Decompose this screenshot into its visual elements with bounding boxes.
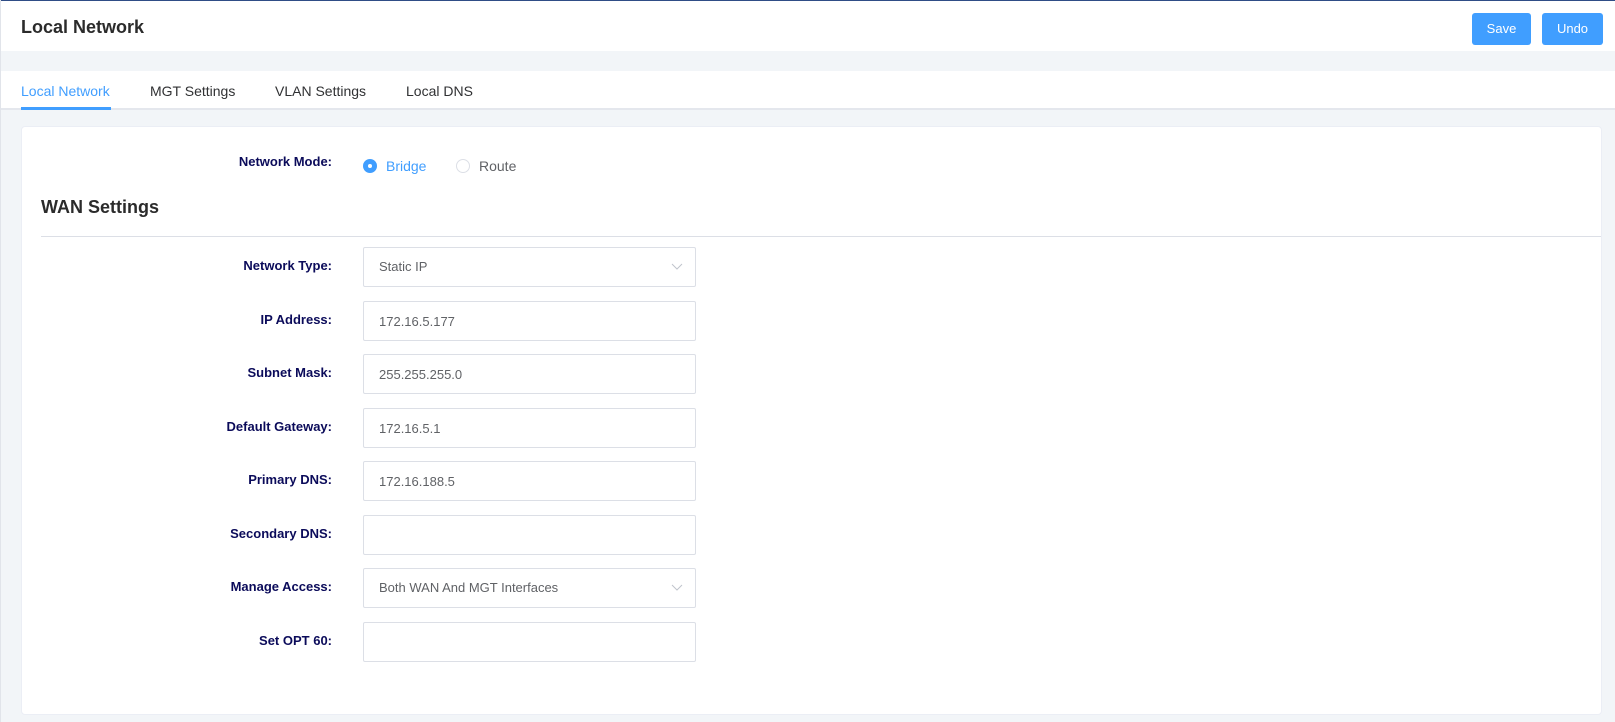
radio-bridge[interactable]: Bridge [363,158,426,174]
tab-bar: Local Network MGT Settings VLAN Settings… [1,71,1615,110]
page-header: Local Network Save Undo [1,1,1615,51]
active-tab-indicator [21,107,111,110]
settings-card: Network Mode: Bridge Route WAN Settings … [21,126,1602,715]
page-title: Local Network [21,17,145,37]
tab-local-network[interactable]: Local Network [21,83,110,99]
network-type-select[interactable]: Static IP [363,247,696,287]
network-type-value: Static IP [379,259,428,274]
tab-local-dns[interactable]: Local DNS [406,83,473,99]
subnet-mask-label: Subnet Mask: [247,365,332,380]
ip-address-input[interactable] [363,301,696,341]
manage-access-select[interactable]: Both WAN And MGT Interfaces [363,568,696,608]
chevron-down-icon [671,263,683,270]
default-gateway-input[interactable] [363,408,696,448]
network-mode-label: Network Mode: [238,154,332,169]
save-button[interactable]: Save [1472,13,1531,45]
undo-button[interactable]: Undo [1542,13,1603,45]
primary-dns-input[interactable] [363,461,696,501]
primary-dns-label: Primary DNS: [248,472,332,487]
radio-bridge-label: Bridge [386,158,427,174]
manage-access-value: Both WAN And MGT Interfaces [379,580,559,595]
default-gateway-label: Default Gateway: [226,419,332,434]
manage-access-label: Manage Access: [230,579,332,594]
tab-vlan-settings[interactable]: VLAN Settings [275,83,366,99]
section-divider [41,236,1601,237]
radio-unchecked-icon [456,159,470,173]
network-type-label: Network Type: [243,258,332,273]
set-opt-60-input[interactable] [363,622,696,662]
chevron-down-icon [671,584,683,591]
wan-settings-heading: WAN Settings [41,197,160,217]
radio-route-label: Route [479,158,517,174]
radio-route[interactable]: Route [456,158,516,174]
secondary-dns-input[interactable] [363,515,696,555]
ip-address-label: IP Address: [260,312,332,327]
secondary-dns-label: Secondary DNS: [230,526,332,541]
radio-checked-icon [363,159,377,173]
set-opt-60-label: Set OPT 60: [259,633,332,648]
tab-mgt-settings[interactable]: MGT Settings [150,83,235,99]
subnet-mask-input[interactable] [363,354,696,394]
